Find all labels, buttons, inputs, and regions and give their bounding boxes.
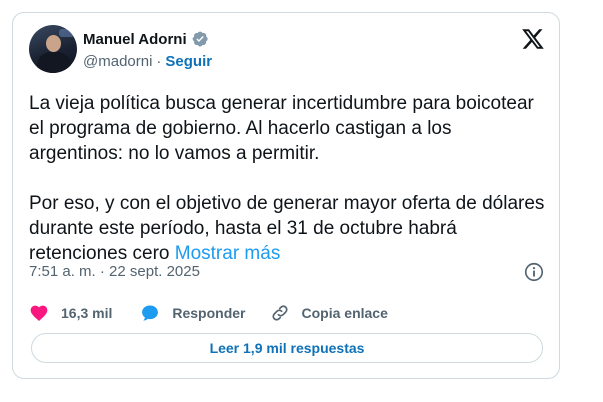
x-logo-icon[interactable] — [521, 27, 545, 51]
info-icon[interactable] — [523, 261, 545, 283]
read-replies-button[interactable]: Leer 1,9 mil respuestas — [31, 333, 543, 363]
avatar[interactable] — [29, 25, 77, 73]
tweet-paragraph: Por eso, y con el objetivo de generar ma… — [29, 191, 549, 266]
heart-icon — [30, 305, 48, 321]
show-more-link[interactable]: Mostrar más — [175, 243, 281, 264]
verified-badge-icon — [192, 31, 208, 47]
author-handle[interactable]: @madorni — [83, 53, 152, 70]
tweet-paragraph: La vieja política busca generar incertid… — [29, 93, 534, 164]
reply-button[interactable]: Responder — [140, 303, 246, 323]
author-name[interactable]: Manuel Adorni — [83, 31, 187, 48]
author-handle-row: @madorni · Seguir — [83, 53, 212, 70]
tweet-card: Manuel Adorni @madorni · Seguir La vieja… — [12, 12, 560, 379]
copy-link-button[interactable]: Copia enlace — [270, 303, 388, 323]
author-name-row: Manuel Adorni — [83, 30, 209, 48]
reply-label: Responder — [172, 305, 246, 321]
follow-button[interactable]: Seguir — [165, 53, 212, 70]
tweet-paragraph-text: Por eso, y con el objetivo de generar ma… — [29, 193, 545, 264]
separator-dot: · — [156, 53, 162, 70]
like-button[interactable]: 16,3 mil — [29, 303, 112, 323]
tweet-text: La vieja política busca generar incertid… — [29, 91, 549, 266]
link-icon — [271, 305, 288, 321]
speech-bubble-icon — [142, 305, 159, 321]
copy-link-label: Copia enlace — [301, 305, 388, 321]
tweet-timestamp[interactable]: 7:51 a. m. · 22 sept. 2025 — [29, 263, 200, 280]
like-count: 16,3 mil — [61, 305, 113, 321]
tweet-actions: 16,3 mil Responder Copia enlace — [29, 303, 388, 323]
